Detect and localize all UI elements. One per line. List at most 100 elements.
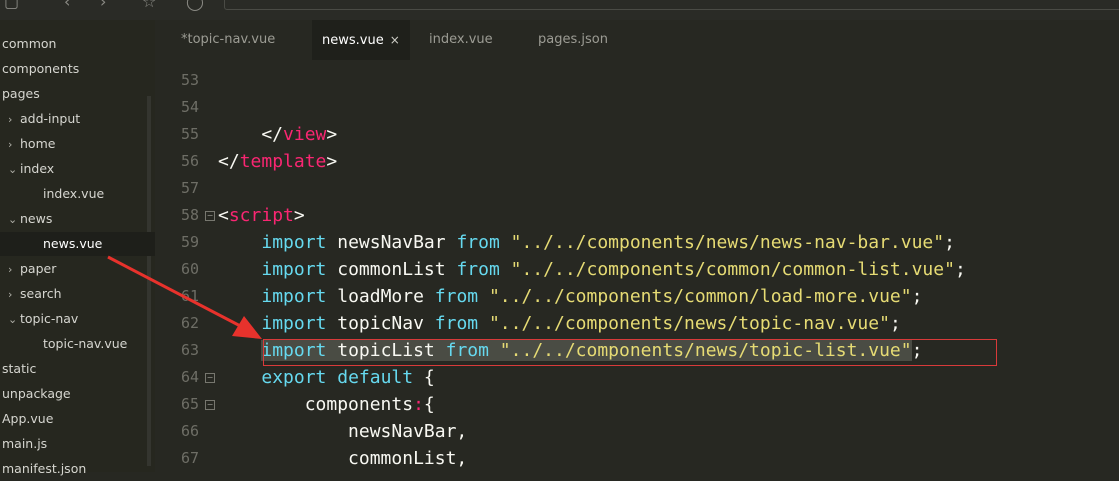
chevron-right-icon[interactable]: ›	[8, 258, 20, 282]
code-token: newsNavBar,	[218, 421, 468, 442]
sidebar-item-home[interactable]: › home	[0, 132, 55, 156]
code-line[interactable]: </view>	[218, 121, 337, 148]
sidebar-item-label: main.js	[2, 436, 48, 451]
code-token: commonList,	[218, 448, 468, 469]
sidebar-item-label: news	[20, 211, 53, 226]
code-token: {	[413, 367, 435, 388]
chevron-right-icon[interactable]: ›	[8, 108, 20, 132]
run-icon[interactable]: ◯	[186, 0, 204, 11]
sidebar-item-label: App.vue	[2, 411, 54, 426]
tab-label: news.vue	[322, 33, 384, 48]
line-number: 63	[180, 341, 199, 359]
line-number: 57	[180, 179, 199, 197]
sidebar-scrollbar[interactable]	[147, 96, 151, 466]
sidebar-item-index[interactable]: ⌄ index	[0, 157, 54, 181]
chevron-right-icon[interactable]: ›	[8, 133, 20, 157]
code-line[interactable]: import commonList from "../../components…	[218, 256, 966, 283]
back-icon[interactable]: ‹	[64, 0, 70, 11]
sidebar-item-index-vue[interactable]: index.vue	[0, 182, 104, 206]
sidebar-item-label: components	[2, 61, 80, 76]
sidebar-item-manifest-json[interactable]: manifest.json	[0, 457, 86, 481]
code-token: commonList	[326, 259, 457, 280]
tab-index-vue[interactable]: index.vue	[429, 20, 493, 60]
forward-icon[interactable]: ›	[100, 0, 106, 11]
sidebar-item-components[interactable]: components	[0, 57, 79, 81]
tab-label: pages.json	[538, 32, 608, 47]
highlight-box	[263, 339, 997, 366]
sidebar-item-search[interactable]: › search	[0, 282, 62, 306]
sidebar-item-topic-nav[interactable]: ⌄ topic-nav	[0, 307, 78, 331]
sidebar-item-app-vue[interactable]: App.vue	[0, 407, 53, 431]
code-line[interactable]: import newsNavBar from "../../components…	[218, 229, 955, 256]
star-icon[interactable]: ☆	[142, 0, 156, 11]
code-token: default	[337, 367, 414, 388]
code-token: from	[434, 313, 479, 334]
tab-pages-json[interactable]: pages.json	[538, 20, 608, 60]
sidebar-item-paper[interactable]: › paper	[0, 257, 56, 281]
sidebar-item-topic-nav-vue[interactable]: topic-nav.vue	[0, 332, 127, 356]
code-line[interactable]: export default {	[218, 364, 435, 391]
code-line[interactable]: import loadMore from "../../components/c…	[218, 283, 922, 310]
code-line[interactable]: commonList,	[218, 445, 467, 472]
sidebar-item-label: add-input	[20, 111, 81, 126]
line-number: 60	[180, 260, 199, 278]
chevron-right-icon[interactable]: ›	[8, 283, 20, 307]
address-bar[interactable]	[224, 0, 1119, 10]
code-token: components	[218, 394, 414, 415]
sidebar-item-main-js[interactable]: main.js	[0, 432, 47, 456]
code-token: export	[261, 367, 327, 388]
line-number: 55	[180, 125, 199, 143]
sidebar-item-label: topic-nav.vue	[43, 336, 128, 351]
line-number: 66	[180, 422, 199, 440]
fold-toggle-icon[interactable]: −	[205, 373, 215, 383]
sidebar-item-news[interactable]: ⌄ news	[0, 207, 52, 231]
code-token: import	[261, 232, 327, 253]
code-token: "../../components/news/news-nav-bar.vue"	[499, 232, 945, 253]
fold-toggle-icon[interactable]: −	[205, 400, 215, 410]
line-number: 53	[180, 71, 199, 89]
sidebar-item-label: unpackage	[2, 386, 71, 401]
code-token: template	[239, 151, 327, 172]
tab-topic-nav-vue[interactable]: *topic-nav.vue	[181, 20, 275, 60]
menu-icon[interactable]: ▢	[4, 0, 19, 11]
chevron-down-icon[interactable]: ⌄	[8, 308, 20, 332]
sidebar-item-label: topic-nav	[20, 311, 79, 326]
sidebar-item-add-input[interactable]: › add-input	[0, 107, 80, 131]
editor-tabs: *topic-nav.vue news.vue × index.vue pages.js…	[155, 20, 1119, 60]
sidebar-item-label: static	[2, 361, 37, 376]
code-token: ;	[954, 259, 966, 280]
code-line[interactable]: newsNavBar,	[218, 418, 467, 445]
code-token: "../../components/common/common-list.vue…	[499, 259, 955, 280]
chevron-down-icon[interactable]: ⌄	[8, 208, 20, 232]
code-line[interactable]: </template>	[218, 148, 337, 175]
code-token: view	[283, 124, 327, 145]
tab-news-vue[interactable]: news.vue ×	[312, 20, 410, 60]
sidebar-item-pages[interactable]: pages	[0, 82, 40, 106]
tab-label: index.vue	[429, 32, 493, 47]
close-icon[interactable]: ×	[390, 33, 400, 47]
project-explorer: common components pages › add-input › home ⌄ ind…	[0, 20, 190, 476]
code-line[interactable]: <script>	[218, 202, 305, 229]
code-token: >	[326, 124, 338, 145]
sidebar-item-unpackage[interactable]: unpackage	[0, 382, 71, 406]
sidebar-item-label: search	[20, 286, 62, 301]
chevron-down-icon[interactable]: ⌄	[8, 158, 20, 182]
code-line[interactable]: components:{	[218, 391, 435, 418]
fold-toggle-icon[interactable]: −	[205, 211, 215, 221]
line-number: 58	[180, 206, 199, 224]
code-token: ;	[911, 286, 923, 307]
code-token: from	[434, 286, 479, 307]
code-token: "../../components/news/topic-nav.vue"	[478, 313, 890, 334]
line-number: 61	[180, 287, 199, 305]
code-line[interactable]: import topicNav from "../../components/n…	[218, 310, 901, 337]
sidebar-item-common[interactable]: common	[0, 32, 56, 56]
code-token: ;	[889, 313, 901, 334]
sidebar-item-static[interactable]: static	[0, 357, 36, 381]
top-toolbar: ▢ ‹ › ☆ ◯	[0, 0, 1119, 20]
sidebar-item-label: manifest.json	[2, 461, 87, 476]
line-number: 56	[180, 152, 199, 170]
